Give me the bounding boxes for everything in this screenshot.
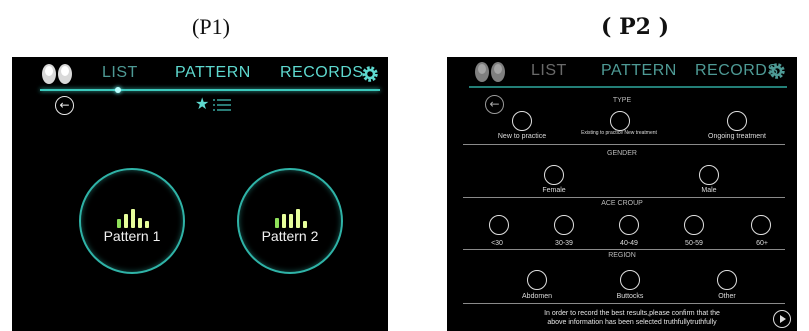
radio-type-ongoing[interactable] [727,111,747,131]
screen-p2: LIST PATTERN RECORDS ← TYPE New to pract… [447,57,797,331]
radio-age-50-59[interactable] [684,215,704,235]
radio-age-under30[interactable] [489,215,509,235]
equalizer-icon [117,208,151,228]
radio-region-other[interactable] [717,270,737,290]
radio-gender-female[interactable] [544,165,564,185]
tab-list[interactable]: LIST [531,62,567,80]
arrow-left-icon: ← [59,98,70,112]
section-title-region: REGION [608,252,636,259]
section-title-gender: GENDER [607,150,637,157]
option-label: 60+ [756,240,768,247]
radio-region-buttocks[interactable] [620,270,640,290]
section-title-age: ACE CROUP [601,200,643,207]
radio-type-new[interactable] [512,111,532,131]
divider [463,303,785,304]
caption-p2: ( P2 ) [601,14,669,40]
tab-list[interactable]: LIST [102,64,138,82]
divider [463,144,785,145]
nav-underline [469,86,787,88]
next-button[interactable] [773,310,791,328]
pattern-label: Pattern 1 [103,228,161,244]
star-icon[interactable]: ★ [195,94,209,113]
option-label: Female [542,187,566,194]
nav-indicator-dot [115,87,121,93]
pattern-label: Pattern 2 [261,228,319,244]
option-label: New to practice [497,133,547,140]
option-label: Other [718,293,736,300]
tab-records[interactable]: RECORDS [695,62,779,80]
pattern-2-button[interactable]: Pattern 2 [237,168,343,274]
nav-underline [40,89,380,91]
note-line-2: above information has been selected trut… [547,319,717,326]
gear-icon[interactable] [767,61,787,81]
option-label: Buttocks [616,293,644,300]
option-label: Ongoing treatment [708,133,766,140]
top-nav: LIST PATTERN RECORDS [12,57,388,91]
option-label: Male [701,187,717,194]
note-line-1: In order to record the best results,plea… [544,310,720,317]
tab-pattern[interactable]: PATTERN [175,64,251,82]
tab-pattern[interactable]: PATTERN [601,62,677,80]
list-icon[interactable] [213,99,231,111]
tab-records[interactable]: RECORDS [280,64,364,82]
divider [463,249,785,250]
confirmation-note: In order to record the best results,plea… [507,309,757,327]
earbuds-icon[interactable] [473,61,507,83]
back-button[interactable]: ← [55,96,74,115]
equalizer-icon [275,208,309,228]
radio-age-60plus[interactable] [751,215,771,235]
option-label: Existing to practice New treatment [581,130,657,136]
screen-p1: LIST PATTERN RECORDS ← ★ Pattern 1 Patte… [12,57,388,331]
radio-type-existing[interactable] [610,111,630,131]
radio-region-abdomen[interactable] [527,270,547,290]
radio-age-40-49[interactable] [619,215,639,235]
earbuds-icon[interactable] [40,63,74,85]
section-title-type: TYPE [612,97,632,104]
caption-p1: (P1) [192,14,230,39]
pattern-1-button[interactable]: Pattern 1 [79,168,185,274]
gear-icon[interactable] [360,64,380,84]
option-label: Abdomen [522,293,552,300]
divider [463,197,785,198]
radio-gender-male[interactable] [699,165,719,185]
radio-age-30-39[interactable] [554,215,574,235]
